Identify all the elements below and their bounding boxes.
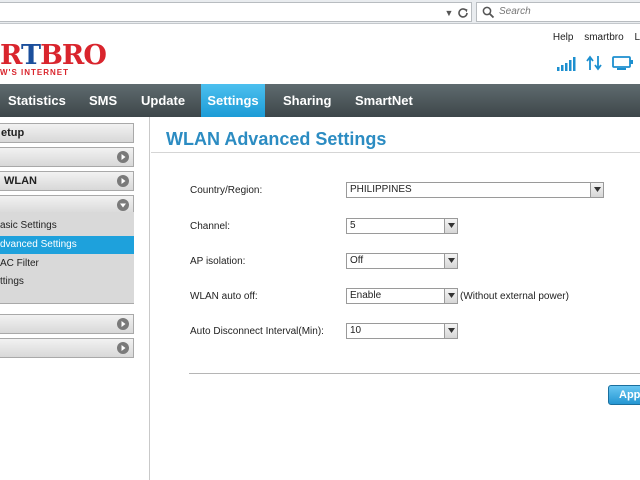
expand-icon[interactable] xyxy=(117,342,129,354)
expand-icon[interactable] xyxy=(117,175,129,187)
expand-icon[interactable] xyxy=(117,318,129,330)
chevron-down-icon[interactable] xyxy=(444,219,457,233)
sidebar-item-settings[interactable]: ttings xyxy=(0,273,134,291)
up-down-arrows-icon xyxy=(586,55,602,71)
nav-sms[interactable]: SMS xyxy=(89,84,117,117)
nav-update[interactable]: Update xyxy=(141,84,185,117)
main-content: WLAN Advanced Settings Country/Region: P… xyxy=(151,117,640,480)
apply-button[interactable]: Appl xyxy=(608,385,640,405)
country-region-label: Country/Region: xyxy=(190,185,263,196)
main-nav: Statistics SMS Update Settings Sharing S… xyxy=(0,84,640,117)
channel-label: Channel: xyxy=(190,221,231,232)
country-region-select[interactable]: PHILIPPINES xyxy=(346,182,604,198)
settings-sidebar: etup WLAN asic Settings dvanced Settings… xyxy=(0,117,150,480)
sidebar-item-basic-settings[interactable]: asic Settings xyxy=(0,217,134,235)
sidebar-section-label: etup xyxy=(1,127,25,139)
router-header: RTBRO W'S INTERNET Help smartbro L xyxy=(0,25,640,84)
username-link[interactable]: smartbro xyxy=(584,32,623,43)
wlan-auto-off-value: Enable xyxy=(350,290,382,301)
url-field[interactable]: ▼ xyxy=(0,2,472,22)
expand-icon[interactable] xyxy=(117,151,129,163)
signal-bars-icon xyxy=(557,57,576,71)
browser-search-field[interactable]: Search xyxy=(476,2,640,22)
ap-isolation-label: AP isolation: xyxy=(190,256,246,267)
auto-disconnect-select[interactable]: 10 xyxy=(346,323,458,339)
search-placeholder: Search xyxy=(499,6,531,17)
smartbro-logo: RTBRO xyxy=(0,40,107,71)
logo-r: R xyxy=(0,40,22,71)
chevron-down-icon[interactable] xyxy=(444,254,457,268)
country-region-value: PHILIPPINES xyxy=(350,184,412,195)
nav-statistics[interactable]: Statistics xyxy=(8,84,66,117)
wlan-auto-off-select[interactable]: Enable xyxy=(346,288,458,304)
sidebar-section-5[interactable] xyxy=(0,314,134,334)
title-divider xyxy=(151,152,640,153)
sidebar-item-advanced-settings[interactable]: dvanced Settings xyxy=(0,236,134,254)
sidebar-section-setup[interactable]: etup xyxy=(0,123,134,143)
reload-icon[interactable] xyxy=(456,6,470,20)
logo-bro: BRO xyxy=(40,40,107,71)
channel-select[interactable]: 5 xyxy=(346,218,458,234)
collapse-icon[interactable] xyxy=(117,199,129,211)
auto-disconnect-value: 10 xyxy=(350,325,362,336)
help-link[interactable]: Help xyxy=(553,32,574,43)
top-links: Help smartbro L xyxy=(553,32,640,43)
sidebar-item-mac-filter[interactable]: AC Filter xyxy=(0,255,134,273)
nav-sharing[interactable]: Sharing xyxy=(283,84,331,117)
channel-value: 5 xyxy=(350,220,356,231)
ap-isolation-value: Off xyxy=(350,255,364,266)
browser-toolbar: ▼ Search xyxy=(0,0,640,24)
logout-link[interactable]: L xyxy=(634,32,640,43)
monitor-icon xyxy=(612,56,633,70)
wlan-auto-off-note: (Without external power) xyxy=(460,291,569,302)
logo-t: T xyxy=(20,40,41,71)
nav-smartnet[interactable]: SmartNet xyxy=(355,84,413,117)
page-title: WLAN Advanced Settings xyxy=(166,129,387,149)
logo-tagline: W'S INTERNET xyxy=(0,68,70,77)
wlan-auto-off-label: WLAN auto off: xyxy=(190,291,258,302)
sidebar-submenu: asic Settings dvanced Settings AC Filter… xyxy=(0,212,134,304)
search-icon xyxy=(482,6,495,19)
auto-disconnect-label: Auto Disconnect Interval(Min): xyxy=(190,326,324,337)
sidebar-section-6[interactable] xyxy=(0,338,134,358)
sidebar-section-wlan[interactable]: WLAN xyxy=(0,171,134,191)
sidebar-section-2[interactable] xyxy=(0,147,134,167)
chevron-down-icon[interactable] xyxy=(590,183,603,197)
sidebar-section-label: WLAN xyxy=(4,175,37,187)
ap-isolation-select[interactable]: Off xyxy=(346,253,458,269)
chevron-down-icon[interactable] xyxy=(444,324,457,338)
nav-settings[interactable]: Settings xyxy=(201,84,265,117)
url-dropdown-icon[interactable]: ▼ xyxy=(443,7,455,19)
form-divider xyxy=(189,373,640,374)
chevron-down-icon[interactable] xyxy=(444,289,457,303)
